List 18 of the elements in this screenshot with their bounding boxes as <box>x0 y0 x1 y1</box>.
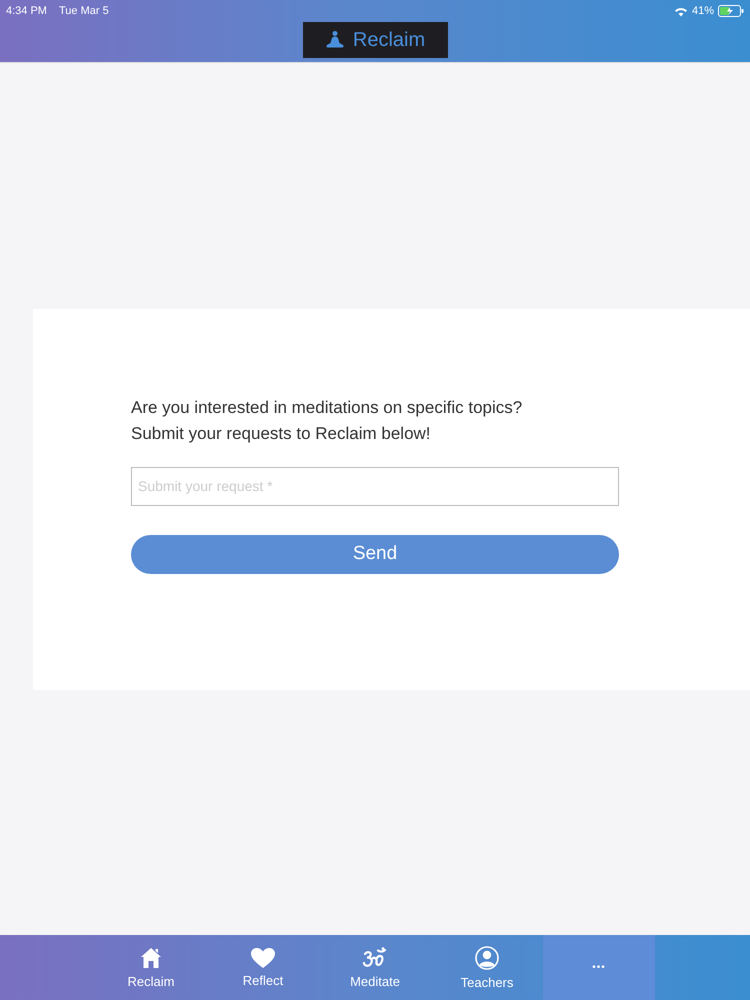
om-icon <box>362 946 388 968</box>
tab-item[interactable]: Teachers <box>431 935 543 1000</box>
house-icon <box>140 946 162 968</box>
person-icon <box>475 946 499 970</box>
battery-icon <box>718 5 744 17</box>
tab-item[interactable]: ••• <box>543 935 655 1000</box>
tab-item[interactable]: Meditate <box>319 935 431 1000</box>
tab-item[interactable]: Reflect <box>207 935 319 1000</box>
wifi-icon <box>674 6 688 16</box>
status-date: Tue Mar 5 <box>58 5 109 17</box>
app-title: Reclaim <box>352 28 426 52</box>
prompt-text: Are you interested in meditations on specific topics? Submit your requests to Reclaim below! <box>131 396 524 444</box>
tab-item[interactable]: Reclaim <box>95 935 207 1000</box>
send-button[interactable]: Send <box>131 534 619 574</box>
heart-icon <box>251 948 275 968</box>
battery-percent: 41% <box>692 5 714 17</box>
status-time: 4:34 PM <box>6 5 47 17</box>
meditation-icon <box>324 30 345 50</box>
